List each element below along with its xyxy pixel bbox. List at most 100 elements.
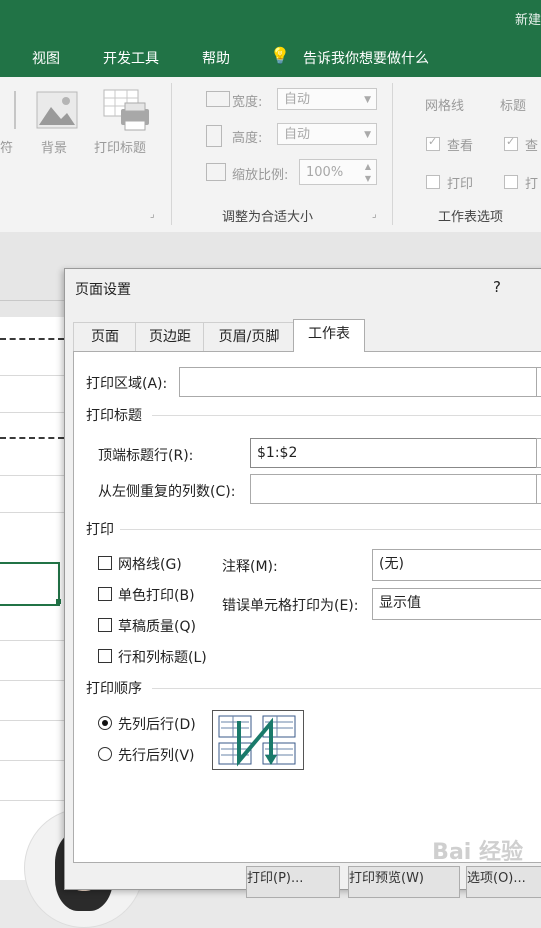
chevron-down-icon: ▼	[364, 130, 371, 140]
gridlines-checkbox[interactable]	[98, 556, 112, 570]
help-button[interactable]: ?	[493, 278, 501, 296]
height-icon	[206, 125, 222, 147]
title-bar: 新建	[0, 0, 541, 37]
print-titles-button-label[interactable]: 打印标题	[94, 137, 146, 156]
down-then-over-radio[interactable]	[98, 716, 112, 730]
row-gridline	[0, 800, 64, 801]
headings-view-checkbox[interactable]	[504, 135, 518, 151]
width-value: 自动	[284, 92, 311, 107]
dialog-title: 页面设置	[75, 282, 131, 298]
row-gridline	[0, 375, 64, 376]
comments-label: 注释(M):	[222, 559, 278, 575]
page-break-line	[0, 338, 64, 340]
print-area-input[interactable]	[179, 367, 539, 397]
dialog-launcher-icon[interactable]: ⌟	[150, 209, 155, 220]
page-setup-dialog: 页面设置 ? 页面 页边距 页眉/页脚 工作表 打印区域(A): 打印标题 顶端…	[64, 268, 541, 890]
row-gridline	[0, 475, 64, 476]
errors-dropdown[interactable]: 显示值	[372, 588, 541, 620]
tab-header-footer[interactable]: 页眉/页脚	[203, 322, 295, 351]
row-gridline	[0, 680, 64, 681]
background-button-label[interactable]: 背景	[41, 137, 67, 156]
background-icon[interactable]	[36, 91, 78, 129]
gridlines-label: 网格线(G)	[118, 557, 182, 573]
gridlines-print-label: 打印	[447, 177, 474, 192]
errors-label: 错误单元格打印为(E):	[222, 598, 359, 614]
tab-label: 工作表	[308, 326, 350, 342]
print-button[interactable]: 打印(P)...	[246, 866, 340, 898]
row-col-headings-checkbox[interactable]	[98, 649, 112, 663]
options-button[interactable]: 选项(O)...	[466, 866, 541, 898]
tab-label: 页眉/页脚	[218, 329, 280, 345]
tab-developer[interactable]: 开发工具	[103, 48, 159, 68]
page-order-preview-icon	[212, 710, 304, 770]
gridlines-view-checkbox[interactable]	[426, 135, 440, 151]
group-separator	[152, 415, 541, 416]
print-area-label: 打印区域(A):	[86, 376, 168, 392]
tab-label: 页面	[91, 329, 119, 345]
draft-quality-checkbox[interactable]	[98, 618, 112, 632]
rows-repeat-label: 顶端标题行(R):	[98, 448, 194, 464]
row-gridline	[0, 760, 64, 761]
column-header-border	[0, 300, 64, 301]
tab-label: 页边距	[149, 329, 191, 345]
tab-help[interactable]: 帮助	[202, 48, 230, 68]
row-gridline	[0, 640, 64, 641]
tell-me-search[interactable]: 告诉我你想要做什么	[303, 48, 429, 68]
row-gridline	[0, 720, 64, 721]
sheet-options-group-label: 工作表选项	[438, 210, 504, 225]
gridlines-view-label: 查看	[447, 139, 474, 154]
width-dropdown[interactable]: 自动 ▼	[277, 88, 377, 110]
headings-view-label: 查	[525, 139, 539, 154]
collapse-dialog-icon[interactable]	[536, 474, 541, 504]
tab-sheet[interactable]: 工作表	[293, 319, 365, 352]
ribbon-tab-strip: 视图 开发工具 帮助 💡 告诉我你想要做什么	[0, 37, 541, 77]
rows-repeat-input[interactable]: $1:$2	[250, 438, 538, 468]
print-area-icon	[0, 91, 16, 129]
height-label: 高度:	[232, 131, 263, 146]
scale-group-label: 调整为合适大小	[222, 210, 314, 225]
collapse-dialog-icon[interactable]	[536, 367, 541, 397]
print-header: 打印	[86, 522, 114, 538]
black-white-checkbox[interactable]	[98, 587, 112, 601]
window-title: 新建	[514, 13, 541, 28]
headings-header: 标题	[500, 99, 527, 114]
row-col-headings-label: 行和列标题(L)	[118, 650, 207, 666]
gridlines-print-checkbox[interactable]	[426, 175, 440, 189]
spinner-arrows-icon[interactable]: ▲ ▼	[365, 161, 371, 185]
tab-page[interactable]: 页面	[73, 322, 137, 351]
lightbulb-icon: 💡	[270, 46, 290, 65]
draft-quality-label: 草稿质量(Q)	[118, 619, 196, 635]
over-then-down-radio[interactable]	[98, 747, 112, 761]
group-divider	[171, 83, 172, 225]
width-label: 宽度:	[232, 95, 263, 110]
print-preview-button-label: 打印预览(W)	[349, 871, 424, 886]
fill-handle[interactable]	[56, 599, 61, 604]
options-button-label: 选项(O)...	[467, 871, 526, 886]
ribbon-btn-label: 符	[0, 141, 14, 156]
dialog-launcher-icon[interactable]: ⌟	[372, 209, 377, 220]
print-button-label: 打印(P)...	[247, 871, 304, 886]
over-then-down-label: 先行后列(V)	[118, 748, 195, 764]
tab-margins[interactable]: 页边距	[135, 322, 205, 351]
comments-dropdown[interactable]: (无)	[372, 549, 541, 581]
sheet-tab-panel: 打印区域(A): 打印标题 顶端标题行(R): $1:$2 从左侧重复的列数(C…	[73, 351, 541, 863]
cols-repeat-input[interactable]	[250, 474, 538, 504]
print-titles-icon[interactable]	[103, 89, 151, 131]
collapse-dialog-icon[interactable]	[536, 438, 541, 468]
gridlines-header: 网格线	[425, 99, 465, 114]
scale-spinner[interactable]: 100% ▲ ▼	[299, 159, 377, 185]
ribbon: 符 背景 打印标题 宽度: 自动 ▼ 高度: 自动 ▼ 缩放比例: 100% ▲ ▼ 调…	[0, 77, 541, 233]
headings-print-label: 打	[525, 177, 539, 192]
page-break-line	[0, 437, 64, 439]
headings-print-checkbox[interactable]	[504, 175, 518, 189]
height-value: 自动	[284, 127, 311, 142]
group-divider	[392, 83, 393, 225]
height-dropdown[interactable]: 自动 ▼	[277, 123, 377, 145]
row-gridline	[0, 412, 64, 413]
print-preview-button[interactable]: 打印预览(W)	[348, 866, 460, 898]
row-gridline	[0, 512, 64, 513]
selected-cell[interactable]	[0, 562, 60, 606]
tab-view[interactable]: 视图	[32, 48, 60, 68]
group-separator	[152, 688, 541, 689]
black-white-label: 单色打印(B)	[118, 588, 195, 604]
